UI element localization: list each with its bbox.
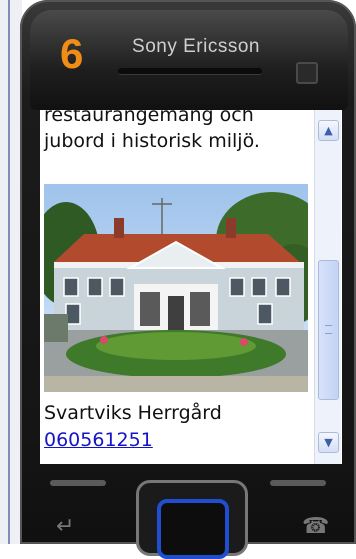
speaker-grille [118, 68, 262, 75]
description-text: restaurangemang och jubord i historisk m… [44, 110, 260, 152]
chevron-up-icon: ▲ [324, 124, 333, 137]
call-icon[interactable]: ↵ [56, 514, 74, 539]
keypad: ↵ ☎ [30, 466, 348, 559]
grip-icon [325, 325, 332, 334]
scrollbar[interactable]: ▲ ▼ [314, 110, 341, 464]
phone-number-link[interactable]: 060561251 [44, 427, 153, 453]
left-soft-key[interactable] [50, 480, 106, 486]
manor-photo-image [44, 184, 308, 392]
page-margin [0, 0, 22, 544]
scroll-down-button[interactable]: ▼ [318, 432, 339, 453]
end-call-icon[interactable]: ☎ [302, 514, 329, 539]
manor-photo [44, 184, 308, 392]
scroll-thumb[interactable] [318, 260, 339, 400]
navigation-key[interactable] [136, 480, 248, 559]
camera-icon [296, 62, 318, 84]
step-number: 6 [60, 30, 84, 77]
center-select-key[interactable] [157, 499, 229, 559]
phone-screen: restaurangemang och jubord i historisk m… [40, 110, 342, 464]
right-soft-key[interactable] [270, 480, 326, 486]
web-content: restaurangemang och jubord i historisk m… [40, 110, 314, 464]
margin-line [8, 0, 10, 544]
brand-logo: Sony Ericsson [132, 36, 260, 57]
chevron-down-icon: ▼ [324, 436, 333, 449]
place-name: Svartviks Herrgård [44, 402, 222, 424]
scroll-up-button[interactable]: ▲ [318, 120, 339, 141]
